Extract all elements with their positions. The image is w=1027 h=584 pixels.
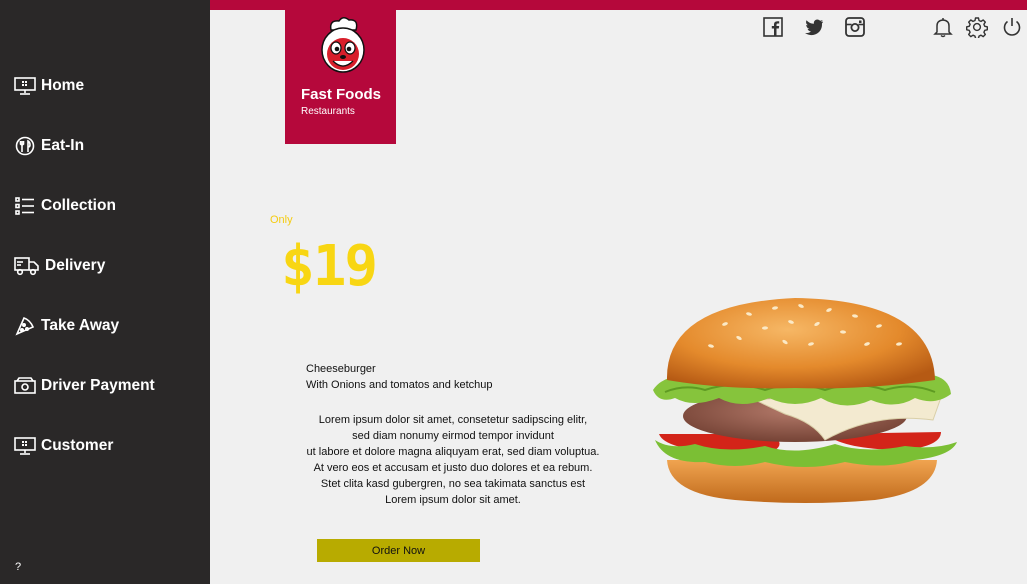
brand-subtitle: Restaurants [301, 106, 355, 117]
details-line: At vero eos et accusam et justo duo dolo… [313, 462, 593, 474]
bell-icon[interactable] [932, 16, 954, 38]
cash-icon [13, 375, 37, 397]
details-line: Lorem ipsum dolor sit amet, consetetur s… [318, 414, 588, 426]
sidebar-item-take-away[interactable]: Take Away [13, 314, 119, 338]
pizza-slice-icon [13, 315, 37, 337]
sidebar-item-customer[interactable]: Customer [13, 434, 113, 458]
instagram-icon[interactable] [844, 16, 866, 38]
sidebar-item-driver-payment[interactable]: Driver Payment [13, 374, 155, 398]
truck-icon [13, 255, 41, 277]
sidebar-item-collection[interactable]: Collection [13, 194, 116, 218]
brand-title: Fast Foods [301, 86, 382, 103]
only-label: Only [270, 214, 293, 226]
sidebar-item-home[interactable]: Home [13, 74, 84, 98]
monitor-icon [13, 435, 37, 457]
mascot-logo-icon [321, 17, 365, 73]
product-details: Lorem ipsum dolor sit amet, consetetur s… [300, 412, 606, 508]
list-icon [13, 195, 37, 217]
sidebar-item-label: Delivery [45, 257, 106, 274]
product-name: Cheeseburger [306, 363, 376, 375]
top-accent-bar [210, 0, 1027, 10]
sidebar: Home Eat-In Collection Delivery Take Awa… [0, 0, 210, 584]
sidebar-item-label: Collection [41, 197, 116, 214]
facebook-icon[interactable] [762, 16, 784, 38]
sidebar-item-label: Driver Payment [41, 377, 155, 394]
cheeseburger-image [653, 298, 957, 503]
details-line: ut labore et dolore magna aliquyam erat,… [306, 446, 600, 458]
details-line: Lorem ipsum dolor sit amet. [385, 494, 521, 506]
sidebar-item-delivery[interactable]: Delivery [13, 254, 105, 278]
sidebar-item-label: Home [41, 77, 85, 94]
details-line: sed diam nonumy eirmod tempor invidunt [352, 430, 554, 442]
cutlery-icon [13, 135, 37, 157]
brand-logo: Fast Foods Restaurants [285, 10, 396, 144]
sidebar-item-eat-in[interactable]: Eat-In [13, 134, 84, 158]
sidebar-item-label: Take Away [41, 317, 120, 334]
twitter-icon[interactable] [803, 16, 825, 38]
sidebar-item-label: Customer [41, 437, 114, 454]
order-now-button[interactable]: Order Now [317, 539, 480, 562]
price-tag: $19 [281, 234, 378, 299]
help-button[interactable]: ? [15, 561, 21, 573]
details-line: Stet clita kasd gubergren, no sea takima… [320, 478, 586, 490]
monitor-icon [13, 75, 37, 97]
sidebar-item-label: Eat-In [41, 137, 85, 154]
power-icon[interactable] [1001, 16, 1023, 38]
gear-icon[interactable] [966, 16, 988, 38]
product-description: With Onions and tomatos and ketchup [306, 379, 493, 391]
